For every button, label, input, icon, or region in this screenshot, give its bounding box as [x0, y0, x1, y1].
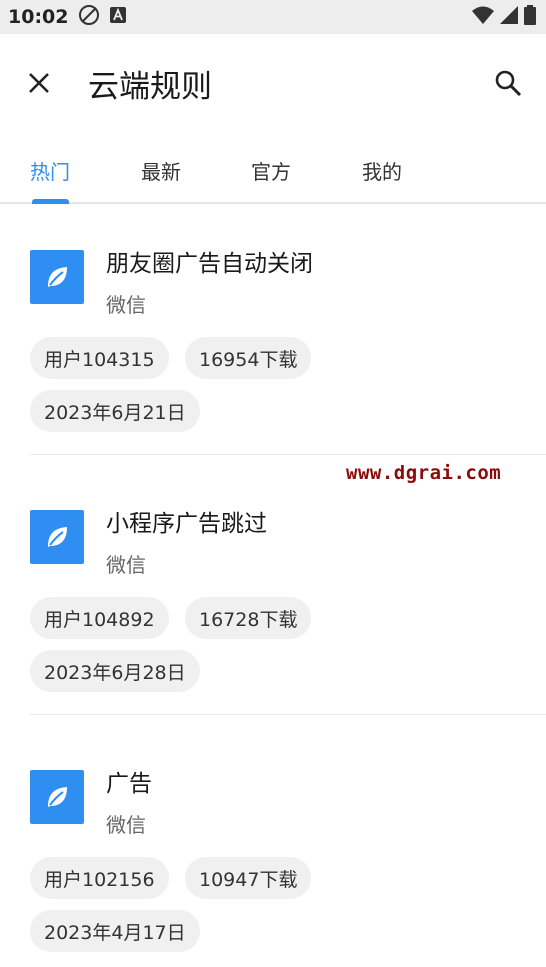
rule-downloads-chip: 16728下载	[185, 597, 312, 639]
wifi-icon	[472, 6, 494, 28]
tab-bar: 热门 最新 官方 我的	[0, 132, 546, 204]
leaf-icon	[48, 267, 67, 287]
search-button[interactable]	[492, 67, 524, 99]
divider	[30, 714, 546, 715]
rule-app-icon	[30, 770, 84, 824]
rule-user-chip: 用户104892	[30, 597, 169, 639]
rule-downloads-chip: 10947下载	[185, 857, 312, 899]
rule-name: 小程序广告跳过	[106, 511, 267, 537]
tab-indicator	[32, 199, 69, 204]
data-saver-icon	[78, 4, 100, 30]
close-icon	[29, 73, 49, 93]
tab-mine[interactable]: 我的	[362, 156, 402, 185]
rule-user-chip: 用户102156	[30, 857, 169, 899]
close-button[interactable]	[24, 68, 54, 98]
rule-name: 广告	[106, 771, 152, 797]
rule-date-chip: 2023年4月17日	[30, 910, 200, 952]
rule-app: 微信	[106, 553, 146, 577]
rule-app: 微信	[106, 813, 146, 837]
tab-official[interactable]: 官方	[251, 156, 291, 185]
status-left: 10:02	[8, 4, 127, 30]
top-app-bar: 云端规则	[0, 34, 546, 132]
watermark-text: www.dgrai.com	[346, 462, 502, 484]
tab-latest[interactable]: 最新	[141, 156, 181, 185]
rule-card[interactable]: 广告 微信 用户102156 10947下载 2023年4月17日	[0, 726, 546, 967]
rule-card[interactable]: 小程序广告跳过 微信 用户104892 16728下载 2023年6月28日	[0, 466, 546, 716]
leaf-icon	[48, 787, 67, 807]
status-time: 10:02	[8, 6, 69, 28]
rule-date-chip: 2023年6月21日	[30, 390, 200, 432]
divider	[30, 454, 546, 455]
page-title: 云端规则	[88, 68, 212, 105]
rule-downloads-chip: 16954下载	[185, 337, 312, 379]
signal-icon	[500, 6, 518, 28]
rule-app: 微信	[106, 293, 146, 317]
rule-name: 朋友圈广告自动关闭	[106, 251, 313, 277]
keyboard-a-icon	[110, 7, 127, 27]
rule-app-icon	[30, 510, 84, 564]
battery-icon	[524, 5, 536, 29]
rule-user-chip: 用户104315	[30, 337, 169, 379]
rule-card[interactable]: 朋友圈广告自动关闭 微信 用户104315 16954下载 2023年6月21日	[0, 206, 546, 456]
rule-date-chip: 2023年6月28日	[30, 650, 200, 692]
rule-app-icon	[30, 250, 84, 304]
tab-hot[interactable]: 热门	[30, 156, 70, 185]
leaf-icon	[48, 527, 67, 547]
status-right	[472, 5, 536, 29]
status-bar: 10:02	[0, 0, 546, 34]
search-icon	[495, 70, 522, 97]
